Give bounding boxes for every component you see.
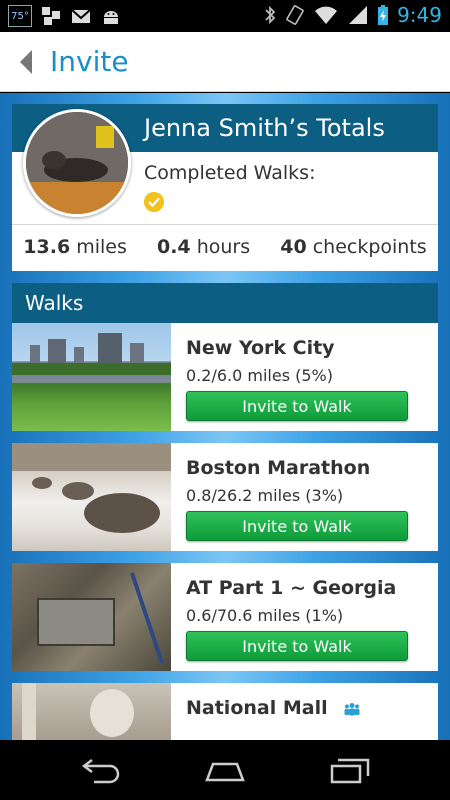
hours-value: 0.4 bbox=[156, 236, 191, 258]
walks-header: Walks bbox=[12, 283, 438, 323]
completed-walks-label: Completed Walks: bbox=[144, 162, 316, 184]
back-chevron-icon[interactable] bbox=[18, 48, 34, 76]
wifi-icon bbox=[315, 6, 338, 24]
signal-icon bbox=[349, 6, 368, 24]
android-icon bbox=[104, 11, 118, 24]
gmail-icon bbox=[71, 9, 91, 23]
boston-tortoise-statue-photo bbox=[12, 443, 171, 551]
trail-plaque-photo bbox=[12, 563, 171, 671]
walk-item-boston-marathon[interactable]: Boston Marathon 0.8/26.2 miles (3%) Invi… bbox=[12, 443, 438, 551]
invite-to-walk-button[interactable]: Invite to Walk bbox=[186, 631, 408, 661]
central-park-photo bbox=[12, 323, 171, 431]
walk-name: AT Part 1 ~ Georgia bbox=[186, 577, 397, 599]
group-icon bbox=[344, 702, 360, 715]
invite-to-walk-button[interactable]: Invite to Walk bbox=[186, 511, 408, 541]
checkpoints-value: 40 bbox=[280, 236, 307, 258]
totals-stats: 13.6 miles 0.4 hours 40 checkpoints bbox=[12, 236, 438, 258]
navigation-bar bbox=[0, 740, 450, 800]
walk-progress: 0.2/6.0 miles (5%) bbox=[186, 366, 333, 385]
completed-badge-icon bbox=[144, 192, 164, 212]
checkpoints-unit: checkpoints bbox=[312, 236, 427, 258]
battery-charging-icon bbox=[378, 5, 389, 25]
system-icons: 9:49 bbox=[263, 3, 442, 27]
totals-card: Jenna Smith’s Totals Completed Walks: 13… bbox=[12, 104, 438, 271]
walks-title: Walks bbox=[25, 291, 84, 315]
status-bar: 75° 9:49 bbox=[0, 0, 450, 32]
avatar bbox=[23, 109, 131, 217]
walk-progress: 0.8/26.2 miles (3%) bbox=[186, 486, 344, 505]
hours-unit: hours bbox=[196, 236, 251, 258]
page-title[interactable]: Invite bbox=[50, 45, 129, 78]
notification-icons: 75° bbox=[8, 5, 122, 27]
invite-to-walk-button[interactable]: Invite to Walk bbox=[186, 391, 408, 421]
content-area: Jenna Smith’s Totals Completed Walks: 13… bbox=[0, 93, 450, 740]
temperature-badge: 75° bbox=[8, 5, 32, 27]
miles-unit: miles bbox=[76, 236, 127, 258]
home-icon[interactable] bbox=[201, 754, 249, 786]
walk-name: Boston Marathon bbox=[186, 457, 371, 479]
walk-item-national-mall[interactable]: National Mall bbox=[12, 683, 438, 740]
walk-name: National Mall bbox=[186, 697, 360, 719]
walk-item-at-part-1-georgia[interactable]: AT Part 1 ~ Georgia 0.6/70.6 miles (1%) … bbox=[12, 563, 438, 671]
windows-icon bbox=[42, 7, 60, 25]
totals-divider bbox=[12, 224, 438, 225]
walk-name: New York City bbox=[186, 337, 335, 359]
recent-apps-icon[interactable] bbox=[326, 754, 374, 786]
bluetooth-icon bbox=[265, 5, 276, 25]
miles-value: 13.6 bbox=[23, 236, 71, 258]
back-icon[interactable] bbox=[76, 754, 124, 786]
clock: 9:49 bbox=[397, 3, 442, 27]
dog-photo bbox=[26, 112, 128, 214]
rotation-icon bbox=[286, 5, 304, 25]
action-bar: Invite bbox=[0, 32, 450, 92]
walk-item-new-york-city[interactable]: New York City 0.2/6.0 miles (5%) Invite … bbox=[12, 323, 438, 431]
walk-name-text: National Mall bbox=[186, 697, 328, 719]
walk-progress: 0.6/70.6 miles (1%) bbox=[186, 606, 344, 625]
totals-title: Jenna Smith’s Totals bbox=[144, 114, 385, 142]
lincoln-memorial-photo bbox=[12, 683, 171, 740]
